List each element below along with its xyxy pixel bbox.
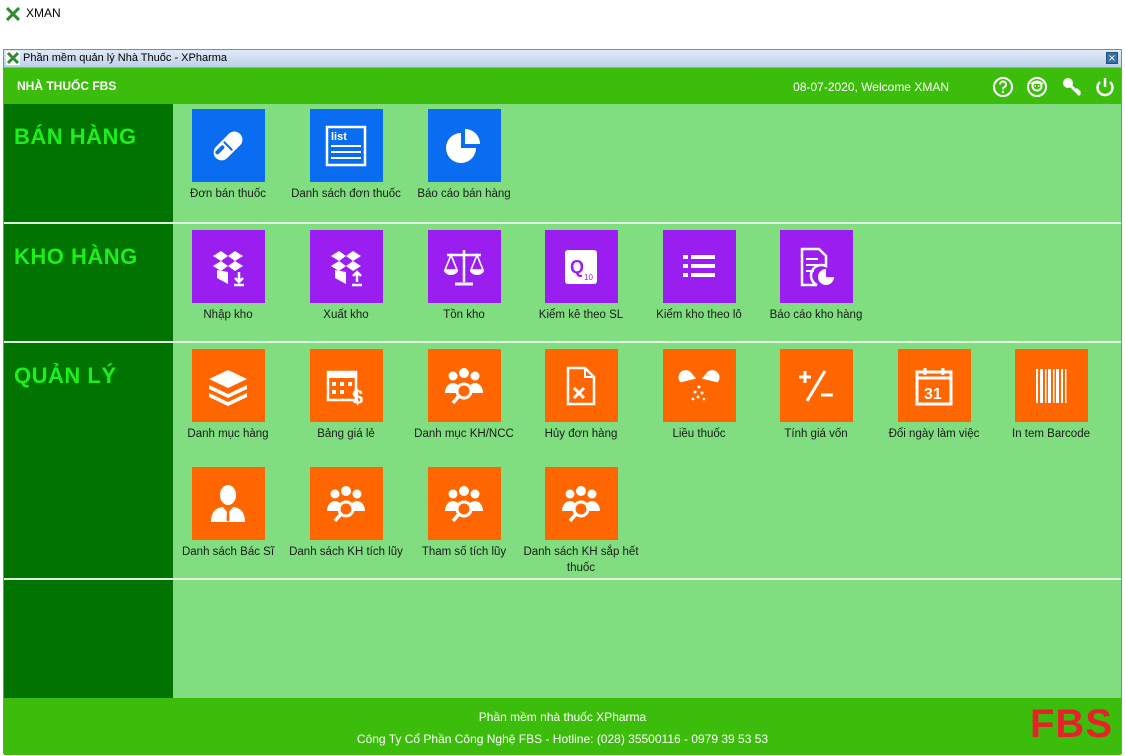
section-label-empty	[4, 580, 173, 698]
top-header: NHÀ THUỐC FBS 08-07-2020, Welcome XMAN	[4, 68, 1121, 104]
section-label-management: QUẢN LÝ	[4, 343, 173, 578]
xpharma-logo-icon	[6, 7, 20, 21]
svg-text:list: list	[331, 131, 347, 143]
tile-danh-muc-hang[interactable]: Danh mục hàng	[171, 349, 285, 442]
section-warehouse: KHO HÀNG Nhập kho Xuất kho Tồn kho Q 10 …	[4, 224, 1121, 343]
key-icon[interactable]	[1061, 76, 1083, 98]
section-management: QUẢN LÝ Danh mục hàng $ Bảng giá lẻ Danh…	[4, 343, 1121, 580]
tile-label: Danh sách Bác Sĩ	[181, 546, 275, 558]
section-label-warehouse: KHO HÀNG	[4, 224, 173, 341]
tile-danh-muc-kh-ncc[interactable]: Danh mục KH/NCC	[407, 349, 521, 442]
dosage-pill-icon	[678, 369, 720, 400]
main-content: BÁN HÀNG Đơn bán thuốc list Danh sách đơ…	[4, 104, 1121, 698]
tile-label: Danh mục hàng	[187, 428, 269, 440]
report-icon	[800, 247, 834, 286]
tile-ton-kho[interactable]: Tồn kho	[407, 230, 521, 323]
tile-label: Báo cáo bán hàng	[417, 188, 511, 200]
tile-label: Tính giá vốn	[784, 428, 848, 440]
barcode-icon	[1036, 368, 1067, 403]
tile-bao-cao-kho-hang[interactable]: Báo cáo kho hàng	[759, 230, 873, 323]
tile-nhap-kho[interactable]: Nhập kho	[171, 230, 285, 323]
box-export-icon	[331, 250, 362, 286]
tile-tinh-gia-von[interactable]: Tính giá vốn	[759, 349, 873, 442]
window-title: Phần mềm quản lý Nhà Thuốc - XPharma	[23, 52, 228, 64]
plus-minus-icon	[799, 369, 833, 402]
tile-label: Danh sách KH tích lũy	[289, 546, 403, 558]
app-titlebar: XMAN	[0, 0, 1125, 30]
tile-danh-sach-don-thuoc[interactable]: list Danh sách đơn thuốc	[289, 109, 403, 202]
tile-huy-don-hang[interactable]: Hủy đơn hàng	[524, 349, 638, 442]
svg-text:31: 31	[924, 386, 942, 403]
window-titlebar: Phần mềm quản lý Nhà Thuốc - XPharma ×	[4, 50, 1121, 68]
list-icon: list	[325, 125, 367, 166]
svg-text:10: 10	[584, 273, 593, 282]
price-calendar-icon: $	[326, 370, 363, 409]
people-search-icon	[445, 485, 483, 522]
box-import-icon	[213, 250, 244, 286]
tile-label: Danh mục KH/NCC	[414, 428, 514, 440]
tile-label: Đơn bán thuốc	[190, 188, 266, 200]
tile-label: Danh sách đơn thuốc	[291, 188, 401, 200]
tile-xuat-kho[interactable]: Xuất kho	[289, 230, 403, 323]
section-sales: BÁN HÀNG Đơn bán thuốc list Danh sách đơ…	[4, 104, 1121, 224]
tile-label: In tem Barcode	[1012, 428, 1090, 440]
tile-in-tem-barcode[interactable]: In tem Barcode	[994, 349, 1108, 442]
footer-product-name: Phần mềm nhà thuốc XPharma	[478, 710, 647, 724]
people-search-icon	[562, 485, 600, 522]
tile-label: Xuất kho	[323, 309, 369, 321]
fbs-logo: FBS	[1030, 702, 1113, 746]
tile-bao-cao-ban-hang[interactable]: Báo cáo bán hàng	[407, 109, 521, 202]
footer: Phần mềm nhà thuốc XPharma Công Ty Cổ Ph…	[4, 698, 1121, 755]
footer-company-info: Công Ty Cổ Phần Công Nghệ FBS - Hotline:…	[356, 732, 769, 746]
layers-icon	[209, 369, 247, 406]
app-title: XMAN	[26, 6, 61, 20]
tile-label: Liều thuốc	[672, 428, 726, 440]
calendar-icon: 31	[915, 367, 953, 405]
welcome-text: 08-07-2020, Welcome XMAN	[793, 80, 949, 94]
section-empty	[4, 580, 1121, 698]
xpharma-logo-icon	[6, 51, 20, 65]
tile-tham-so-tich-luy[interactable]: Tham số tích lũy	[407, 467, 521, 560]
tile-doi-ngay-lam-viec[interactable]: 31 Đổi ngày làm việc	[877, 349, 991, 442]
section-title-warehouse: KHO HÀNG	[14, 244, 138, 269]
help-icon[interactable]	[992, 76, 1014, 98]
pie-chart-icon	[446, 128, 480, 163]
tile-label: Bảng giá lẻ	[317, 428, 375, 440]
svg-text:Q: Q	[570, 257, 584, 277]
main-window: Phần mềm quản lý Nhà Thuốc - XPharma × N…	[3, 49, 1122, 755]
section-label-sales: BÁN HÀNG	[4, 104, 173, 222]
tile-danh-sach-kh-sap-het-thuoc[interactable]: Danh sách KH sắp hết thuốc	[514, 467, 648, 576]
tile-don-ban-thuoc[interactable]: Đơn bán thuốc	[171, 109, 285, 202]
tile-kiem-ke-theo-sl[interactable]: Q 10 Kiểm kê theo SL	[524, 230, 638, 323]
tile-bang-gia-le[interactable]: $ Bảng giá lẻ	[289, 349, 403, 442]
doctor-icon	[211, 484, 245, 522]
people-search-icon	[327, 485, 365, 522]
tile-label: Tham số tích lũy	[421, 546, 507, 558]
tile-label: Tồn kho	[443, 309, 485, 321]
tile-label: Danh sách KH sắp hết thuốc	[523, 546, 639, 574]
section-title-management: QUẢN LÝ	[14, 363, 117, 388]
store-name: NHÀ THUỐC FBS	[17, 79, 117, 93]
window-close-button[interactable]: ×	[1106, 52, 1118, 64]
cancel-document-icon	[566, 366, 596, 405]
people-search-icon	[445, 367, 483, 404]
tile-danh-sach-kh-tich-luy[interactable]: Danh sách KH tích lũy	[289, 467, 403, 560]
tile-label: Hủy đơn hàng	[544, 428, 618, 440]
quantity-check-icon: Q 10	[565, 249, 597, 284]
pill-icon	[213, 131, 243, 160]
user-icon[interactable]	[1026, 76, 1048, 98]
svg-text:$: $	[352, 387, 363, 409]
power-icon[interactable]	[1094, 76, 1116, 98]
tile-lieu-thuoc[interactable]: Liều thuốc	[642, 349, 756, 442]
batch-list-icon	[683, 254, 715, 277]
tile-label: Báo cáo kho hàng	[769, 309, 863, 321]
scale-icon	[443, 249, 485, 285]
tile-kiem-kho-theo-lo[interactable]: Kiểm kho theo lô	[642, 230, 756, 323]
tile-label: Nhập kho	[203, 309, 253, 321]
tile-label: Đổi ngày làm việc	[888, 428, 980, 440]
tile-label: Kiểm kho theo lô	[656, 309, 742, 321]
section-title-sales: BÁN HÀNG	[14, 124, 137, 149]
tile-danh-sach-bac-si[interactable]: Danh sách Bác Sĩ	[161, 467, 295, 560]
tile-label: Kiểm kê theo SL	[538, 309, 624, 321]
